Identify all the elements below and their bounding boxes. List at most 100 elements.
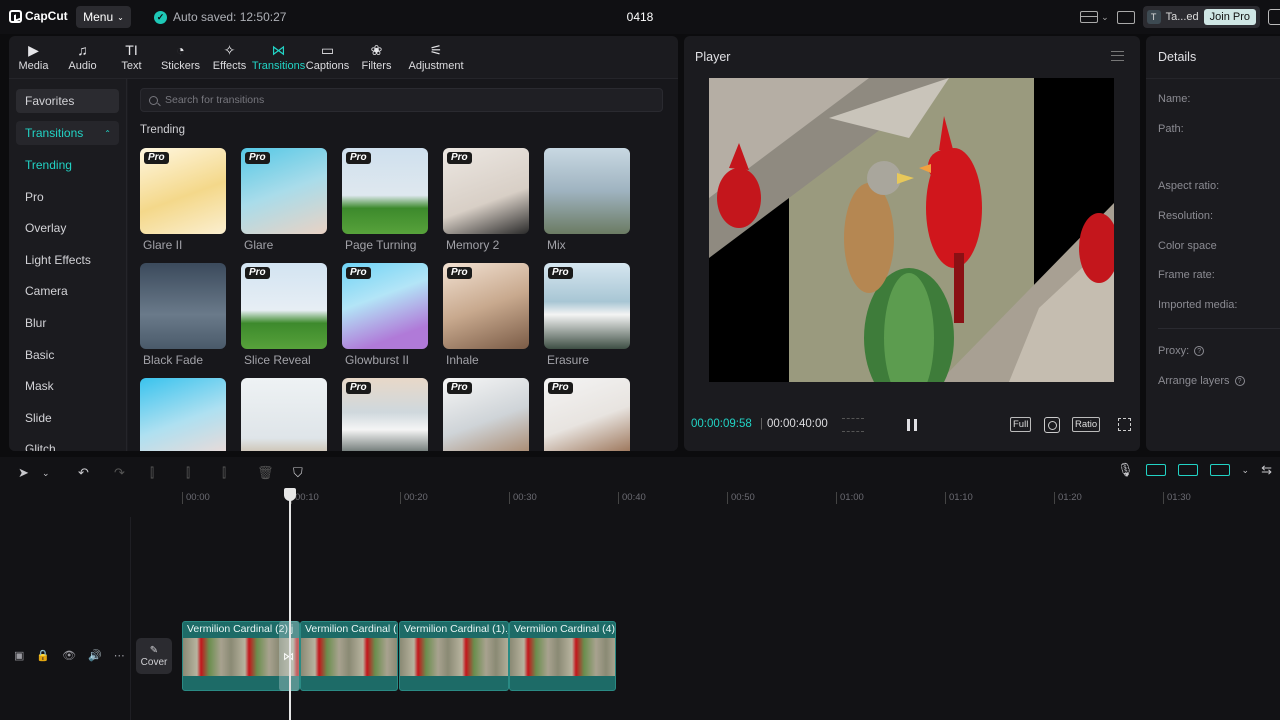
transition-card[interactable]: Pro	[443, 378, 529, 451]
transition-card[interactable]: Pro Glowburst II	[342, 263, 428, 367]
timeline-clip[interactable]: Vermilion Cardinal (1).j	[399, 621, 509, 691]
search-input[interactable]: Search for transitions	[140, 88, 663, 112]
undo-icon[interactable]: ↶	[78, 466, 89, 480]
help-icon[interactable]: ?	[1234, 376, 1245, 386]
transition-card[interactable]: Pro Inhale	[443, 263, 529, 367]
transition-card[interactable]: Pro Slice Reveal	[241, 263, 327, 367]
transition-thumbnail[interactable]	[140, 378, 226, 451]
sidebar-item-pro[interactable]: Pro	[16, 185, 119, 209]
transition-card[interactable]	[241, 378, 327, 451]
split-right-icon[interactable]: ⫿	[222, 466, 226, 480]
marker-icon[interactable]: ⛉	[293, 466, 303, 480]
total-time: 00:00:40:00	[767, 418, 828, 430]
tab-transitions[interactable]: ⋈ Transitions	[252, 36, 305, 78]
tab-media[interactable]: ▶ Media	[9, 36, 58, 78]
transition-thumbnail[interactable]: Pro	[342, 148, 428, 234]
chevron-down-icon[interactable]: ⌄	[42, 466, 50, 480]
tab-audio[interactable]: ♫ Audio	[58, 36, 107, 78]
transition-thumbnail[interactable]: Pro	[241, 148, 327, 234]
chevron-down-icon[interactable]: ⌄	[1101, 12, 1109, 23]
tab-adjustment[interactable]: ⚟ Adjustment	[401, 36, 471, 78]
sidebar-category-transitions[interactable]: Transitions ⌃	[16, 121, 119, 145]
select-cursor-icon[interactable]: ➤	[18, 466, 29, 480]
auto-snapping-icon[interactable]	[1177, 464, 1198, 476]
tab-effects[interactable]: ✧ Effects	[205, 36, 254, 78]
timeline-clip[interactable]: Vermilion Cardinal (3	[300, 621, 398, 691]
transition-thumbnail[interactable]: Pro	[342, 378, 428, 451]
sidebar-item-mask[interactable]: Mask	[16, 374, 119, 398]
help-icon[interactable]: ?	[1194, 346, 1205, 356]
transition-card[interactable]: Mix	[544, 148, 630, 252]
transition-thumbnail[interactable]: Pro	[241, 263, 327, 349]
full-quality-button[interactable]: Full	[1010, 417, 1032, 432]
transition-card[interactable]: Pro Glare	[241, 148, 327, 252]
transition-card[interactable]: Pro Page Turning	[342, 148, 428, 252]
ratio-button[interactable]: Ratio	[1072, 417, 1101, 432]
menu-icon[interactable]	[1111, 51, 1124, 61]
transition-thumbnail[interactable]: Pro	[544, 263, 630, 349]
sidebar-item-favorites[interactable]: Favorites	[16, 89, 119, 113]
transition-card[interactable]: Pro Erasure	[544, 263, 630, 367]
join-pro-button[interactable]: Join Pro	[1203, 9, 1256, 25]
playhead-handle[interactable]	[284, 488, 296, 501]
chevron-down-icon[interactable]: ⌄	[1242, 463, 1250, 477]
keyboard-shortcuts-icon[interactable]	[1116, 10, 1135, 24]
more-icon[interactable]: ⋯	[114, 649, 125, 662]
microphone-icon[interactable]: 🎙	[1117, 463, 1134, 477]
tab-text[interactable]: TI Text	[107, 36, 156, 78]
transition-thumbnail[interactable]	[140, 263, 226, 349]
transition-card[interactable]: Black Fade	[140, 263, 226, 367]
split-icon[interactable]: ⫿	[150, 466, 154, 480]
visibility-eye-icon[interactable]: 👁	[62, 649, 76, 662]
time-ruler[interactable]: 00:00 00:10 00:20 00:30 00:40 00:50 01:00 01:10…	[182, 490, 1280, 508]
user-account-chip[interactable]: T Ta...ed Join Pro	[1142, 6, 1260, 28]
transition-thumbnail[interactable]: Pro	[140, 148, 226, 234]
pause-button[interactable]	[907, 419, 917, 431]
ruler-tick: 01:30	[1163, 492, 1191, 504]
sidebar-item-slide[interactable]: Slide	[16, 406, 119, 430]
delete-icon[interactable]: 🗑	[257, 466, 274, 480]
redo-icon[interactable]: ↷	[114, 466, 125, 480]
video-preview[interactable]	[709, 78, 1114, 382]
transition-thumbnail[interactable]	[544, 148, 630, 234]
timecode-bars-icon[interactable]	[842, 418, 864, 432]
sidebar-item-glitch[interactable]: Glitch	[16, 437, 119, 451]
transition-thumbnail[interactable]: Pro	[443, 263, 529, 349]
transition-card[interactable]	[140, 378, 226, 451]
tab-filters[interactable]: ❀ Filters	[352, 36, 401, 78]
sidebar-item-trending[interactable]: Trending	[16, 153, 119, 177]
transition-thumbnail[interactable]: Pro	[443, 378, 529, 451]
transition-card[interactable]: Pro	[544, 378, 630, 451]
transition-thumbnail[interactable]: Pro	[544, 378, 630, 451]
transition-card[interactable]: Pro Glare II	[140, 148, 226, 252]
sidebar-item-camera[interactable]: Camera	[16, 279, 119, 303]
project-title[interactable]: 0418	[615, 10, 665, 24]
preview-axis-icon[interactable]: ⇆	[1261, 463, 1272, 477]
window-icon[interactable]	[1268, 9, 1280, 25]
sidebar-item-blur[interactable]: Blur	[16, 311, 119, 335]
timeline-clip[interactable]: Vermilion Cardinal (4).j	[509, 621, 616, 691]
tab-captions[interactable]: ▭ Captions	[303, 36, 352, 78]
pro-badge: Pro	[346, 267, 371, 279]
tab-stickers[interactable]: ◔ Stickers	[156, 36, 205, 78]
transition-thumbnail[interactable]: Pro	[443, 148, 529, 234]
menu-button[interactable]: Menu ⌄	[76, 6, 131, 28]
sidebar-item-basic[interactable]: Basic	[16, 343, 119, 367]
divider	[1146, 78, 1280, 79]
lock-icon[interactable]: 🔒	[36, 649, 50, 662]
layout-icon[interactable]	[1080, 11, 1099, 23]
transition-card[interactable]: Pro Memory 2	[443, 148, 529, 252]
main-track-magnet-icon[interactable]	[1145, 464, 1166, 476]
transition-card[interactable]: Pro	[342, 378, 428, 451]
playhead[interactable]	[289, 488, 291, 720]
transition-thumbnail[interactable]	[241, 378, 327, 451]
fullscreen-icon[interactable]	[1118, 418, 1131, 431]
sidebar-item-overlay[interactable]: Overlay	[16, 216, 119, 240]
split-left-icon[interactable]: ⫿	[186, 466, 190, 480]
volume-icon[interactable]: 🔊	[88, 649, 102, 662]
linkage-icon[interactable]	[1209, 464, 1230, 476]
transition-thumbnail[interactable]: Pro	[342, 263, 428, 349]
sidebar-item-light-effects[interactable]: Light Effects	[16, 248, 119, 272]
cover-button[interactable]: ✎ Cover	[136, 638, 172, 674]
focus-icon[interactable]	[1044, 417, 1060, 433]
